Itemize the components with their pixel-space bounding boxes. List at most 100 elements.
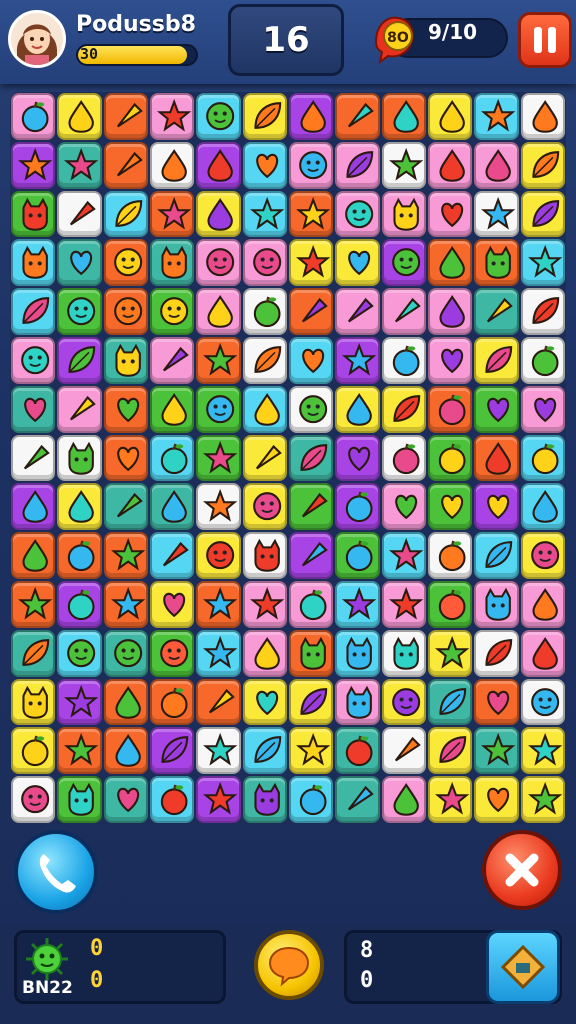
- board-tile[interactable]: [428, 678, 473, 726]
- board-tile[interactable]: [196, 288, 241, 335]
- board-tile[interactable]: [335, 190, 380, 238]
- board-tile[interactable]: [474, 93, 519, 140]
- board-tile[interactable]: [381, 776, 426, 823]
- board-tile[interactable]: [381, 434, 426, 482]
- board-tile[interactable]: [103, 337, 148, 384]
- board-tile[interactable]: [474, 239, 519, 287]
- board-tile[interactable]: [196, 776, 241, 823]
- board-tile[interactable]: [150, 288, 195, 335]
- board-tile[interactable]: [242, 629, 287, 677]
- board-tile[interactable]: [242, 483, 287, 531]
- board-tile[interactable]: [196, 190, 241, 238]
- board-tile[interactable]: [57, 190, 102, 238]
- board-tile[interactable]: [57, 532, 102, 579]
- board-tile[interactable]: [428, 483, 473, 531]
- game-board[interactable]: [10, 92, 566, 824]
- board-tile[interactable]: [103, 483, 148, 531]
- board-tile[interactable]: [242, 337, 287, 384]
- board-tile[interactable]: [381, 532, 426, 579]
- board-tile[interactable]: [289, 483, 334, 531]
- board-tile[interactable]: [11, 337, 56, 384]
- board-tile[interactable]: [242, 385, 287, 433]
- board-tile[interactable]: [381, 141, 426, 189]
- board-tile[interactable]: [150, 727, 195, 775]
- board-tile[interactable]: [520, 337, 565, 384]
- board-tile[interactable]: [520, 629, 565, 677]
- board-tile[interactable]: [103, 288, 148, 335]
- board-tile[interactable]: [381, 678, 426, 726]
- board-tile[interactable]: [474, 483, 519, 531]
- board-tile[interactable]: [428, 581, 473, 628]
- board-tile[interactable]: [289, 385, 334, 433]
- board-tile[interactable]: [381, 629, 426, 677]
- board-tile[interactable]: [150, 532, 195, 579]
- board-tile[interactable]: [428, 190, 473, 238]
- board-tile[interactable]: [520, 190, 565, 238]
- board-tile[interactable]: [289, 581, 334, 628]
- board-tile[interactable]: [381, 239, 426, 287]
- board-tile[interactable]: [474, 190, 519, 238]
- board-tile[interactable]: [428, 629, 473, 677]
- board-tile[interactable]: [57, 288, 102, 335]
- chat-button[interactable]: [254, 930, 324, 1000]
- board-tile[interactable]: [11, 385, 56, 433]
- board-tile[interactable]: [196, 581, 241, 628]
- board-tile[interactable]: [381, 190, 426, 238]
- board-tile[interactable]: [196, 727, 241, 775]
- board-tile[interactable]: [520, 483, 565, 531]
- board-tile[interactable]: [474, 288, 519, 335]
- board-tile[interactable]: [289, 288, 334, 335]
- board-tile[interactable]: [11, 141, 56, 189]
- board-tile[interactable]: [103, 581, 148, 628]
- board-tile[interactable]: [242, 581, 287, 628]
- board-tile[interactable]: [242, 678, 287, 726]
- board-tile[interactable]: [242, 93, 287, 140]
- board-tile[interactable]: [242, 141, 287, 189]
- booster-button[interactable]: [486, 930, 560, 1004]
- board-tile[interactable]: [103, 678, 148, 726]
- board-tile[interactable]: [11, 434, 56, 482]
- board-tile[interactable]: [520, 141, 565, 189]
- board-tile[interactable]: [520, 678, 565, 726]
- board-tile[interactable]: [150, 190, 195, 238]
- board-tile[interactable]: [289, 727, 334, 775]
- board-tile[interactable]: [103, 532, 148, 579]
- board-tile[interactable]: [289, 190, 334, 238]
- board-tile[interactable]: [150, 239, 195, 287]
- board-tile[interactable]: [474, 581, 519, 628]
- board-tile[interactable]: [150, 337, 195, 384]
- board-tile[interactable]: [57, 434, 102, 482]
- board-tile[interactable]: [474, 337, 519, 384]
- board-tile[interactable]: [11, 239, 56, 287]
- board-tile[interactable]: [474, 629, 519, 677]
- board-tile[interactable]: [289, 93, 334, 140]
- player-avatar[interactable]: [8, 10, 66, 68]
- board-tile[interactable]: [196, 532, 241, 579]
- board-tile[interactable]: [57, 776, 102, 823]
- board-tile[interactable]: [242, 288, 287, 335]
- board-tile[interactable]: [242, 239, 287, 287]
- board-tile[interactable]: [57, 93, 102, 140]
- board-tile[interactable]: [57, 141, 102, 189]
- board-tile[interactable]: [428, 239, 473, 287]
- board-tile[interactable]: [289, 629, 334, 677]
- board-tile[interactable]: [150, 581, 195, 628]
- board-tile[interactable]: [520, 288, 565, 335]
- board-tile[interactable]: [242, 727, 287, 775]
- board-tile[interactable]: [196, 434, 241, 482]
- board-tile[interactable]: [335, 93, 380, 140]
- board-tile[interactable]: [57, 629, 102, 677]
- board-tile[interactable]: [196, 678, 241, 726]
- board-tile[interactable]: [150, 141, 195, 189]
- board-tile[interactable]: [289, 434, 334, 482]
- board-tile[interactable]: [103, 93, 148, 140]
- board-tile[interactable]: [289, 776, 334, 823]
- board-tile[interactable]: [474, 434, 519, 482]
- board-tile[interactable]: [11, 727, 56, 775]
- board-tile[interactable]: [57, 678, 102, 726]
- board-tile[interactable]: [289, 141, 334, 189]
- board-tile[interactable]: [103, 727, 148, 775]
- board-tile[interactable]: [11, 93, 56, 140]
- board-tile[interactable]: [150, 93, 195, 140]
- board-tile[interactable]: [150, 483, 195, 531]
